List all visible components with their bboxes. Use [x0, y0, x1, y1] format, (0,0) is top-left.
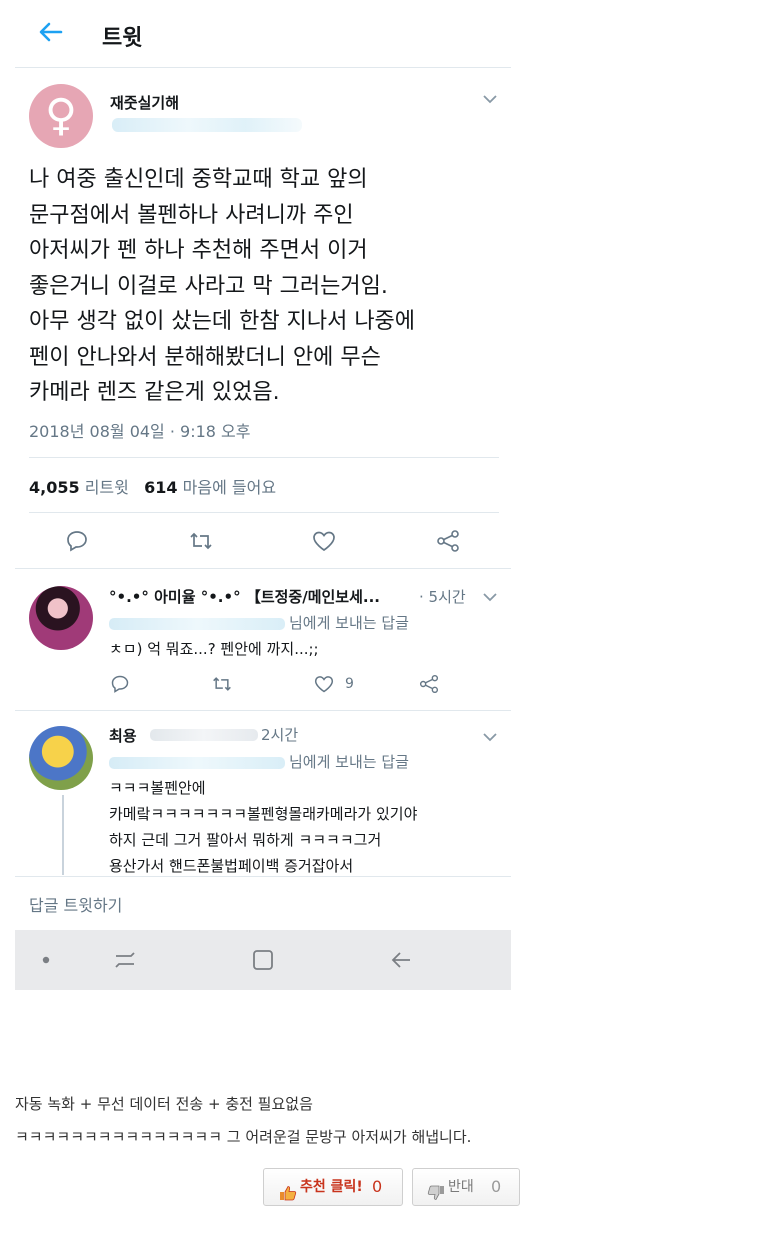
reply-prompt[interactable]: 답글 트윗하기 [29, 892, 122, 916]
thumbs-up-icon [279, 1179, 297, 1201]
recent-apps-icon[interactable] [113, 946, 137, 979]
divider [29, 457, 499, 458]
avatar[interactable] [29, 726, 93, 790]
tweet-author-name[interactable]: 재줏실기해 [110, 92, 179, 113]
chevron-down-icon[interactable] [482, 90, 498, 109]
reply-time: · 5시간 [419, 588, 466, 606]
reply-to-line: 님에게 보내는 답글 [109, 612, 409, 633]
like-count: 614 [144, 478, 178, 497]
venus-symbol-icon: ♀ [44, 90, 78, 141]
reply-to-line: 님에게 보내는 답글 [109, 751, 409, 772]
like-label[interactable]: 마음에 들어요 [183, 478, 276, 497]
divider [15, 876, 511, 877]
reply-icon[interactable] [110, 674, 130, 694]
blurred-handle [109, 756, 285, 769]
thumbs-down-icon [427, 1179, 445, 1200]
retweet-count: 4,055 [29, 478, 80, 497]
dot-icon[interactable] [41, 948, 51, 977]
downvote-count: 0 [491, 1177, 502, 1196]
avatar[interactable]: ♀ [29, 84, 93, 148]
share-icon[interactable] [435, 529, 461, 553]
chevron-down-icon[interactable] [482, 588, 498, 607]
blurred-handle [112, 118, 302, 132]
tweet-timestamp: 2018년 08월 04일 · 9:18 오후 [29, 422, 251, 441]
back-arrow-icon[interactable] [37, 18, 67, 48]
upvote-button[interactable]: 추천 클릭! 0 [263, 1168, 403, 1206]
system-navigation-bar [15, 930, 511, 990]
reply-icon[interactable] [65, 529, 89, 553]
app-header: 트윗 [15, 0, 511, 68]
tweet-screenshot: 트윗 ♀ 재줏실기해 나 여중 출신인데 중학교때 학교 앞의 문구점에서 볼펜… [15, 0, 511, 990]
reply-like-count: 9 [345, 676, 354, 692]
tweet-stats: 4,055 리트윗 614 마음에 들어요 [29, 474, 276, 498]
retweet-icon[interactable] [188, 529, 214, 553]
downvote-label: 반대 [448, 1179, 474, 1195]
reply-to-label: 님에게 보내는 답글 [289, 753, 409, 771]
blurred-handle [150, 729, 258, 741]
reply-time: 2시간 [261, 726, 299, 744]
reply-author-name[interactable]: °•.•° 아미율 °•.•° 【트정중/메인보세... [109, 586, 415, 607]
divider [15, 710, 511, 711]
retweet-label[interactable]: 리트윗 [85, 478, 129, 497]
post-caption: ㅋㅋㅋㅋㅋㅋㅋㅋㅋㅋㅋㅋㅋㅋㅋ 그 어려운걸 문방구 아저씨가 해냅니다. [15, 1128, 472, 1146]
downvote-button[interactable]: 반대 0 [412, 1168, 520, 1206]
blurred-handle [109, 617, 285, 630]
heart-icon[interactable] [313, 674, 335, 694]
divider [29, 512, 499, 513]
divider [15, 568, 511, 569]
retweet-icon[interactable] [211, 674, 233, 694]
upvote-label: 추천 클릭! [300, 1179, 363, 1195]
reply-author-name[interactable]: 최용 [109, 725, 137, 746]
share-icon[interactable] [418, 674, 440, 694]
back-button-icon[interactable] [389, 946, 413, 979]
avatar[interactable] [29, 586, 93, 650]
reply-text: ㅋㅋㅋ볼펜안에 카메랔ㅋㅋㅋㅋㅋㅋㅋ볼펜형몰래카메라가 있기야 하지 근데 그거… [109, 779, 418, 875]
reply-to-label: 님에게 보내는 답글 [289, 614, 409, 632]
post-caption: 자동 녹화 + 무선 데이터 전송 + 충전 필요없음 [15, 1095, 313, 1113]
page-title: 트윗 [102, 26, 143, 51]
heart-icon[interactable] [311, 529, 337, 553]
tweet-text: 나 여중 출신인데 중학교때 학교 앞의 문구점에서 볼펜하나 사려니까 주인 … [29, 167, 416, 405]
thread-connector [62, 795, 64, 875]
reply-text: ㅊㅁ) 억 뭐죠...? 펜안에 까지...;; [109, 640, 319, 658]
home-button-icon[interactable] [251, 946, 275, 979]
upvote-count: 0 [372, 1177, 383, 1196]
chevron-down-icon[interactable] [482, 728, 498, 747]
